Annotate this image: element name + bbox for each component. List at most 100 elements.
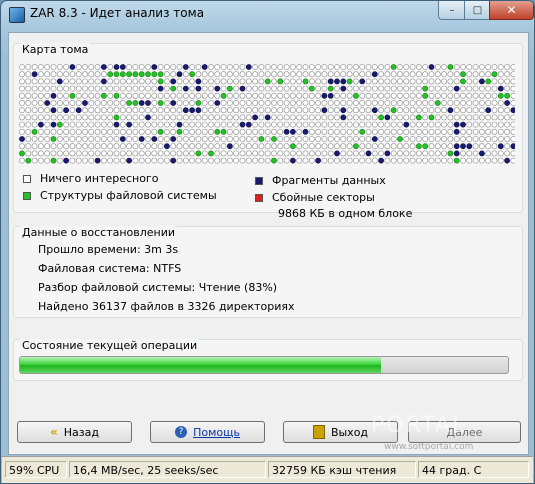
legend-data-label: Фрагменты данных [272, 174, 386, 187]
volume-map-cell [428, 114, 435, 121]
volume-map-cell [384, 128, 391, 135]
volume-map-cell [69, 114, 76, 121]
volume-map-cell [201, 136, 208, 142]
volume-map-cell [485, 136, 492, 142]
volume-map-cell [334, 157, 340, 164]
volume-map-cell [296, 107, 303, 114]
volume-map-cell [119, 121, 126, 128]
volume-map-cell [315, 157, 321, 164]
volume-map-cell [157, 136, 164, 142]
volume-map-cell [403, 157, 410, 164]
volume-map-cell [107, 100, 114, 106]
volume-map-cell [195, 85, 202, 92]
maximize-button[interactable]: □ [464, 1, 491, 20]
volume-map-cell [447, 64, 454, 70]
volume-map-cell [422, 128, 429, 135]
volume-map-cell [334, 128, 340, 135]
volume-map-cell [359, 92, 366, 99]
volume-map-cell [19, 92, 25, 99]
volume-map-cell [220, 121, 227, 128]
volume-map-cell [75, 114, 82, 121]
volume-map-cell [258, 114, 265, 121]
volume-map-cell [365, 128, 372, 135]
volume-map-cell [214, 121, 221, 128]
volume-map-cell [466, 78, 473, 85]
volume-map-cell [504, 136, 510, 142]
volume-map-cell [220, 78, 227, 85]
volume-map-cell [340, 128, 347, 135]
volume-map-cell [88, 85, 95, 92]
volume-map-cell [497, 121, 504, 128]
volume-map-cell [365, 150, 372, 157]
volume-map-cell [283, 85, 290, 92]
close-button[interactable]: ✕ [489, 1, 534, 20]
volume-map-cell [466, 100, 473, 106]
volume-map-cell [119, 78, 126, 85]
volume-map-cell [271, 128, 277, 135]
volume-map-cell [264, 78, 271, 85]
volume-map-cell [88, 121, 95, 128]
volume-map-cell [50, 85, 57, 92]
volume-map-cell [308, 64, 315, 70]
volume-map-cell [340, 100, 347, 106]
volume-map-cell [126, 143, 132, 150]
volume-map-cell [220, 71, 227, 78]
volume-map-cell [472, 100, 479, 106]
volume-map-cell [63, 114, 69, 121]
volume-map-cell [340, 71, 347, 78]
volume-map-cell [75, 92, 82, 99]
volume-map-cell [428, 78, 435, 85]
volume-map-cell [384, 121, 391, 128]
volume-map-cell [182, 157, 189, 164]
volume-map-cell [371, 128, 378, 135]
volume-map-cell [19, 64, 25, 70]
volume-map-cell [37, 143, 44, 150]
volume-map-cell [94, 71, 101, 78]
volume-map-cell [19, 128, 25, 135]
volume-map-cell [428, 71, 435, 78]
volume-map-cell [145, 128, 151, 135]
volume-map-cell [441, 92, 447, 99]
volume-map-cell [176, 100, 183, 106]
volume-map-cell [296, 143, 303, 150]
volume-map-cell [497, 128, 504, 135]
volume-map-cell [296, 157, 303, 164]
volume-map-cell [63, 136, 69, 142]
volume-map-cell [428, 128, 435, 135]
help-button[interactable]: ? Помощь [150, 421, 265, 443]
volume-map-cell [208, 71, 214, 78]
volume-map-cell [346, 128, 353, 135]
volume-map-cell [510, 100, 515, 106]
volume-map-cell [252, 114, 258, 121]
app-window: ZAR 8.3 - Идет анализ тома – □ ✕ Карта т… [0, 0, 535, 484]
volume-map-cell [390, 64, 397, 70]
volume-map-cell [409, 114, 416, 121]
volume-map-cell [94, 150, 101, 157]
volume-map-cell [340, 78, 347, 85]
volume-map-cell [163, 85, 170, 92]
volume-map-cell [44, 107, 51, 114]
volume-map-cell [63, 121, 69, 128]
volume-map-cell [466, 121, 473, 128]
volume-map-cell [107, 136, 114, 142]
volume-map-cell [271, 143, 277, 150]
volume-map-cell [264, 107, 271, 114]
volume-map-cell [397, 121, 403, 128]
back-button[interactable]: « Назад [17, 421, 132, 443]
volume-map-cell [56, 85, 63, 92]
volume-map-cell [31, 85, 38, 92]
volume-map-cell [44, 92, 51, 99]
volume-map-cell [409, 64, 416, 70]
volume-map-cell [434, 121, 441, 128]
volume-map-cell [88, 92, 95, 99]
volume-map-cell [315, 143, 321, 150]
volume-map-cell [138, 92, 145, 99]
volume-map-cell [107, 143, 114, 150]
volume-map-cell [327, 143, 334, 150]
volume-map-cell [201, 157, 208, 164]
volume-map-cell [189, 157, 195, 164]
volume-map-cell [428, 107, 435, 114]
minimize-button[interactable]: – [438, 1, 466, 20]
volume-map-cell [346, 157, 353, 164]
cpu-usage: 59% CPU [5, 461, 67, 478]
